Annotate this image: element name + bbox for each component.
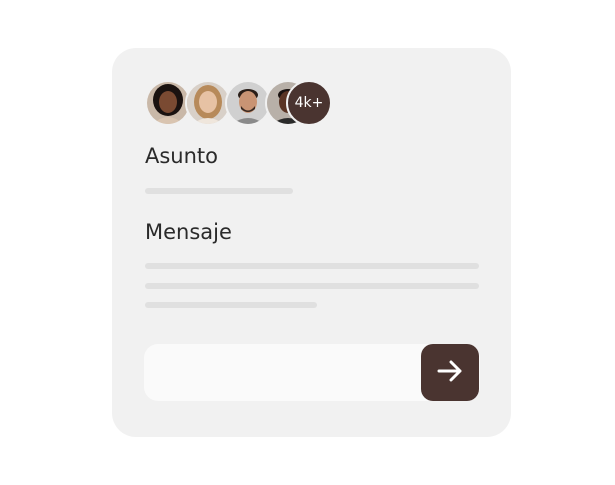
avatar-group: 4k+: [145, 80, 345, 126]
message-input-row: [144, 344, 480, 401]
arrow-right-icon: [435, 356, 465, 389]
message-placeholder-line: [145, 283, 479, 289]
message-placeholder-line: [145, 263, 479, 269]
message-placeholder-line: [145, 302, 317, 308]
subject-placeholder-line: [145, 188, 293, 194]
contact-card: 4k+ Asunto Mensaje: [112, 48, 511, 437]
message-label: Mensaje: [145, 220, 232, 244]
send-button[interactable]: [421, 344, 479, 401]
avatar-count-badge: 4k+: [286, 80, 332, 126]
subject-label: Asunto: [145, 144, 219, 168]
